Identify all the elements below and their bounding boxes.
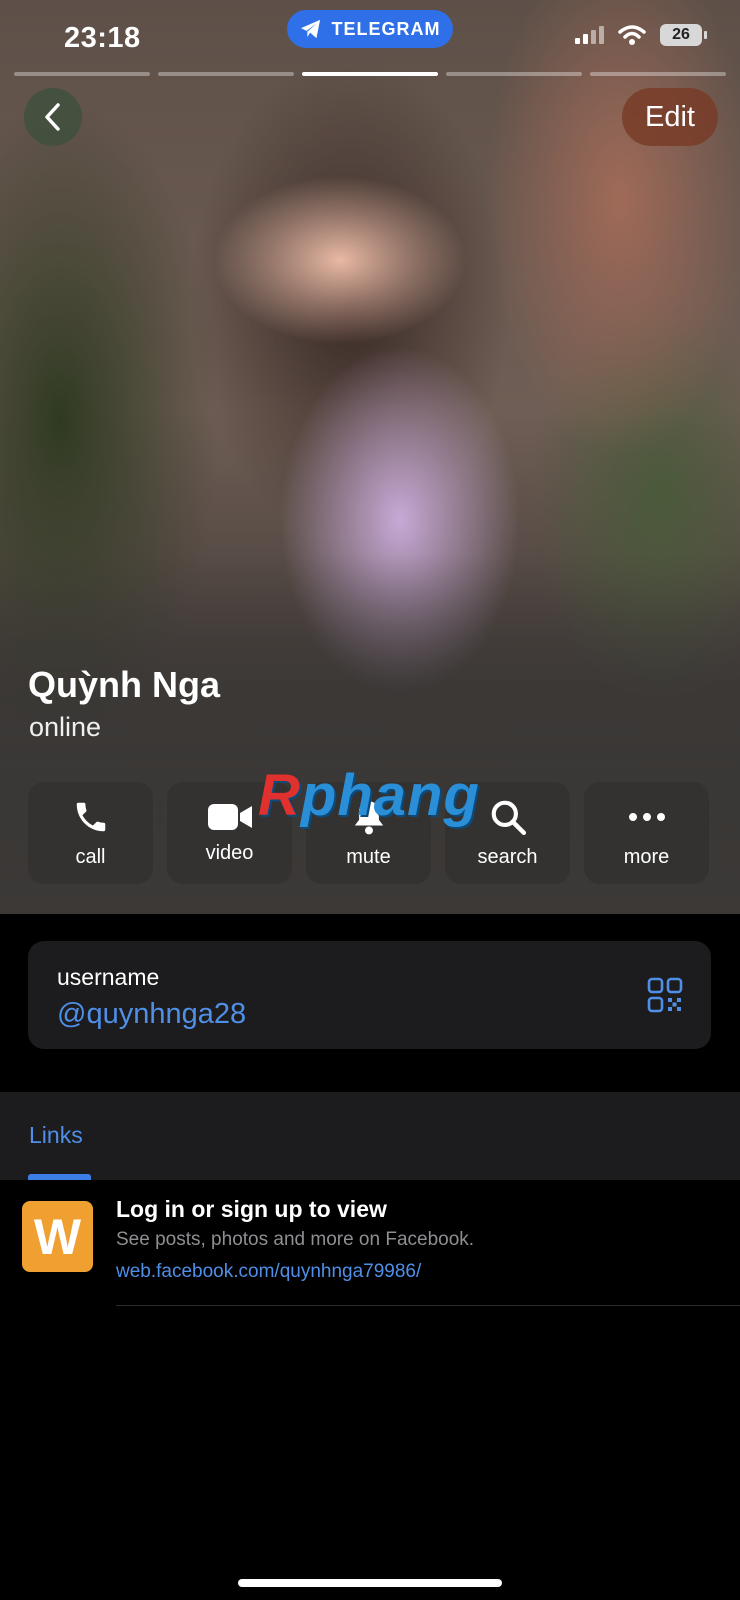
status-icons: 26 [575, 24, 707, 46]
story-segment [446, 72, 582, 76]
video-camera-icon [207, 803, 252, 830]
telegram-plane-icon [300, 19, 320, 39]
username-label: username [57, 964, 160, 990]
call-label: call [75, 845, 106, 868]
story-segment [590, 72, 726, 76]
link-favicon: W [22, 1201, 93, 1272]
back-button[interactable] [24, 88, 82, 146]
watermark-logo: Rphang [258, 762, 480, 829]
link-url[interactable]: web.facebook.com/quynhnga79986/ [116, 1261, 421, 1283]
video-label: video [205, 841, 254, 864]
qr-code-icon[interactable] [647, 977, 683, 1013]
username-value[interactable]: @quynhnga28 [57, 998, 246, 1031]
edit-button[interactable]: Edit [622, 88, 718, 146]
cellular-signal-icon [575, 26, 604, 44]
story-segment [14, 72, 150, 76]
divider [116, 1305, 740, 1306]
mute-label: mute [346, 845, 391, 868]
username-card[interactable]: username @quynhnga28 [28, 941, 711, 1049]
list-item[interactable]: W Log in or sign up to view See posts, p… [0, 1180, 740, 1306]
chevron-left-icon [45, 103, 60, 131]
wifi-icon [618, 25, 646, 45]
status-time: 23:18 [64, 22, 141, 54]
profile-photo-header[interactable]: 23:18 TELEGRAM 26 Edit Quỳnh Nga online [0, 0, 740, 914]
phone-icon [76, 802, 105, 831]
search-icon [491, 800, 526, 835]
story-segment-active [302, 72, 438, 76]
profile-name: Quỳnh Nga [28, 664, 221, 705]
telegram-app-pill[interactable]: TELEGRAM [287, 10, 453, 48]
search-label: search [477, 845, 538, 868]
link-title: Log in or sign up to view [116, 1196, 387, 1222]
watermark-red-part: R [258, 763, 301, 828]
more-label: more [623, 845, 670, 868]
tab-links[interactable]: Links [29, 1122, 83, 1149]
more-dots-icon [628, 812, 665, 821]
telegram-pill-label: TELEGRAM [331, 18, 441, 39]
more-button[interactable]: more [584, 782, 709, 884]
story-progress-bar [14, 72, 726, 76]
link-description: See posts, photos and more on Facebook. [116, 1229, 475, 1250]
home-indicator[interactable] [238, 1579, 502, 1587]
story-segment [158, 72, 294, 76]
battery-icon: 26 [660, 24, 707, 46]
shared-media-tabs: Links [0, 1092, 740, 1180]
profile-status: online [29, 712, 102, 742]
watermark-blue-part: phang [300, 763, 480, 828]
call-button[interactable]: call [28, 782, 153, 884]
